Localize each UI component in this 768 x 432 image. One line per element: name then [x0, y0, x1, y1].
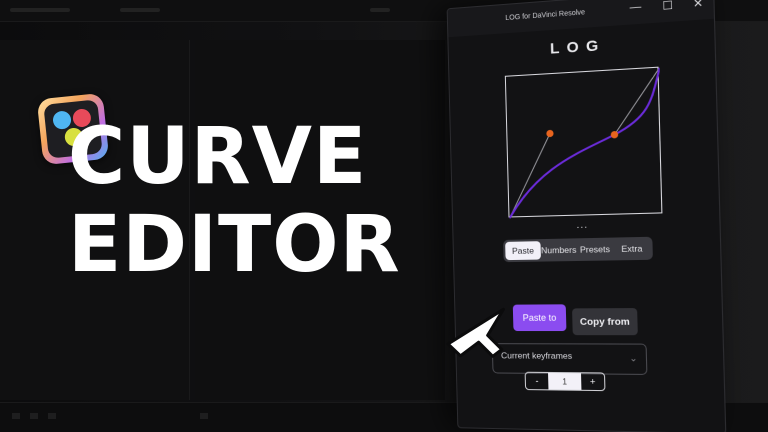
- headline-line2: EDITOR: [68, 200, 401, 290]
- tab-presets[interactable]: Presets: [576, 240, 613, 259]
- maximize-icon[interactable]: ☐: [657, 0, 679, 13]
- more-indicator[interactable]: ...: [453, 216, 720, 234]
- select-value: Current keyframes: [500, 350, 573, 361]
- quantity-stepper: - 1 +: [524, 371, 606, 392]
- chevron-down-icon: ⌄: [629, 352, 638, 364]
- stepper-value[interactable]: 1: [548, 372, 582, 390]
- tab-numbers[interactable]: Numbers: [540, 240, 577, 259]
- handle-line-2: [613, 68, 662, 135]
- copy-from-button[interactable]: Copy from: [572, 308, 638, 336]
- curve-editor-plot[interactable]: [504, 66, 664, 219]
- curve-handle-2[interactable]: [610, 130, 619, 139]
- handle-line-1: [507, 133, 552, 218]
- increment-button[interactable]: +: [581, 373, 604, 390]
- curve-handle-1[interactable]: [546, 129, 554, 138]
- keyframes-select[interactable]: Current keyframes ⌄: [491, 343, 648, 375]
- app-title: LOG: [549, 36, 606, 58]
- tab-bar: Paste Numbers Presets Extra: [503, 236, 653, 263]
- window-title: LOG for DaVinci Resolve: [505, 9, 586, 23]
- headline-line1: CURVE: [68, 112, 368, 202]
- tab-paste[interactable]: Paste: [505, 241, 541, 261]
- paste-to-button[interactable]: Paste to: [512, 304, 567, 332]
- tab-extra[interactable]: Extra: [613, 239, 651, 258]
- close-icon[interactable]: ✕: [687, 0, 709, 11]
- minimize-icon[interactable]: —: [625, 0, 647, 14]
- log-curve: [506, 68, 664, 219]
- decrement-button[interactable]: -: [526, 373, 549, 390]
- mouse-pointer-icon: [446, 300, 510, 369]
